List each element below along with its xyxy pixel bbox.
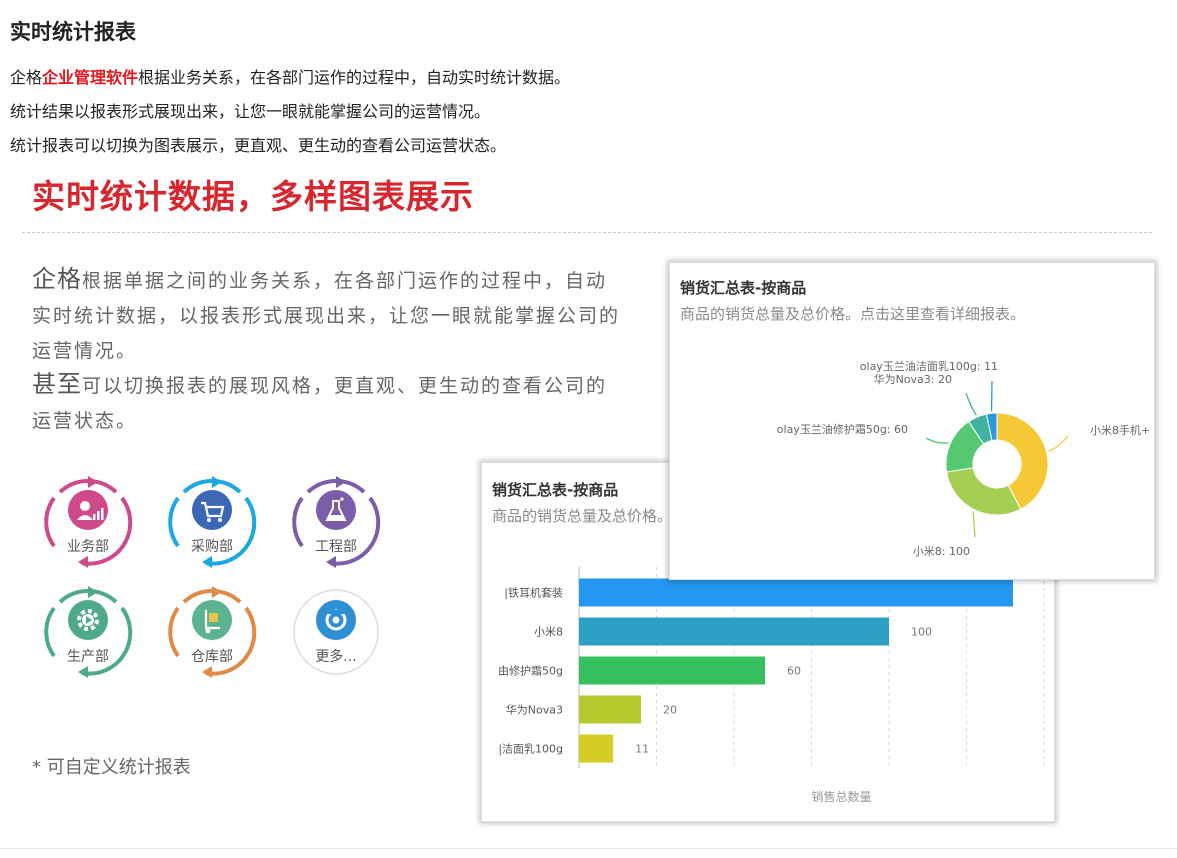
dept-label: 生产部 (67, 649, 109, 665)
x-axis-label: 销售总数量 (811, 789, 871, 804)
dept-label: 工程部 (315, 539, 357, 555)
hand-truck-icon (204, 610, 220, 634)
data-label: 60 (787, 665, 801, 678)
slice-label: olay玉兰油洁面乳100g: 11 (860, 359, 998, 373)
tick-label: |洁面乳100g (498, 743, 563, 756)
bar (579, 617, 889, 646)
custom-report-note: * 可自定义统计报表 (32, 757, 191, 778)
donut-slice (946, 467, 1022, 516)
label-leader-line (972, 511, 976, 538)
dept-warehouse[interactable]: 仓库部 (166, 586, 258, 678)
description-paragraph-1: 企格根据单据之间的业务关系，在各部门运作的过程中，自动实时统计数据，以报表形式展… (32, 262, 622, 369)
slice-label: 小米8: 100 (913, 545, 970, 558)
label-leader-line (990, 380, 993, 412)
person-chart-icon (77, 501, 104, 520)
data-label: 11 (635, 743, 649, 756)
para-text: 可以切换报表的展现风格，更直观、更生动的查看公司的运营状态。 (32, 375, 608, 432)
bar (579, 656, 765, 685)
tick-label: 由修护霜50g (498, 664, 563, 678)
dept-production[interactable]: 生产部 (42, 586, 134, 678)
product-link[interactable]: 企业管理软件 (42, 68, 138, 87)
label-leader-line (965, 392, 977, 416)
slice-label: 小米8手机+ (1090, 423, 1150, 437)
slice-label: 华为Nova3: 20 (874, 372, 952, 386)
dept-purchasing[interactable]: 采购部 (166, 476, 258, 568)
bar (579, 578, 1013, 607)
footer-divider (0, 848, 1177, 849)
dept-label: 更多... (315, 649, 357, 665)
dept-more[interactable]: 更多... (290, 586, 382, 678)
dept-label: 业务部 (67, 539, 109, 555)
gear-icon (77, 609, 99, 631)
dept-engineering[interactable]: 工程部 (290, 476, 382, 568)
label-leader-line (1048, 435, 1069, 452)
intro-suffix: 根据业务关系，在各部门运作的过程中，自动实时统计数据。 (138, 68, 571, 87)
dept-label: 采购部 (191, 539, 233, 555)
dashed-divider (22, 232, 1152, 233)
more-icon (325, 609, 347, 631)
data-label: 100 (911, 626, 932, 639)
pie-chart-card[interactable]: 销货汇总表-按商品 商品的销货总量及总价格。点击这里查看详细报表。 小米8手机+… (669, 262, 1155, 580)
intro-line-1: 企格企业管理软件根据业务关系，在各部门运作的过程中，自动实时统计数据。 (10, 64, 570, 88)
cart-icon (201, 501, 225, 522)
tick-label: |铁耳机套装 (504, 586, 563, 600)
dept-label: 仓库部 (191, 649, 233, 665)
para-lead: 企格 (32, 265, 82, 293)
data-label: 20 (663, 704, 677, 717)
description-paragraph-2: 甚至可以切换报表的展现风格，更直观、更生动的查看公司的运营状态。 (32, 367, 622, 439)
para-text: 根据单据之间的业务关系，在各部门运作的过程中，自动实时统计数据，以报表形式展现出… (32, 270, 621, 362)
slice-label: olay玉兰油修护霜50g: 60 (777, 422, 908, 436)
flask-icon (325, 497, 347, 521)
intro-prefix: 企格 (10, 68, 43, 87)
tick-label: 华为Nova3 (506, 703, 563, 717)
intro-line-3: 统计报表可以切换为图表展示，更直观、更生动的查看公司运营状态。 (10, 136, 507, 155)
intro-line-2: 统计结果以报表形式展现出来，让您一眼就能掌握公司的运营情况。 (10, 102, 491, 121)
bar (579, 695, 641, 724)
banner-heading: 实时统计数据，多样图表展示 (32, 177, 474, 216)
tick-label: 小米8 (534, 626, 563, 639)
bar (579, 734, 614, 763)
dept-sales[interactable]: 业务部 (42, 476, 134, 568)
page-title: 实时统计报表 (10, 20, 136, 44)
donut-chart: 小米8手机+ 小米8: 100 olay玉兰油修护霜50g: 60 华为Nova3: … (777, 359, 1150, 558)
para-lead: 甚至 (32, 370, 82, 398)
label-leader-line (925, 437, 949, 444)
